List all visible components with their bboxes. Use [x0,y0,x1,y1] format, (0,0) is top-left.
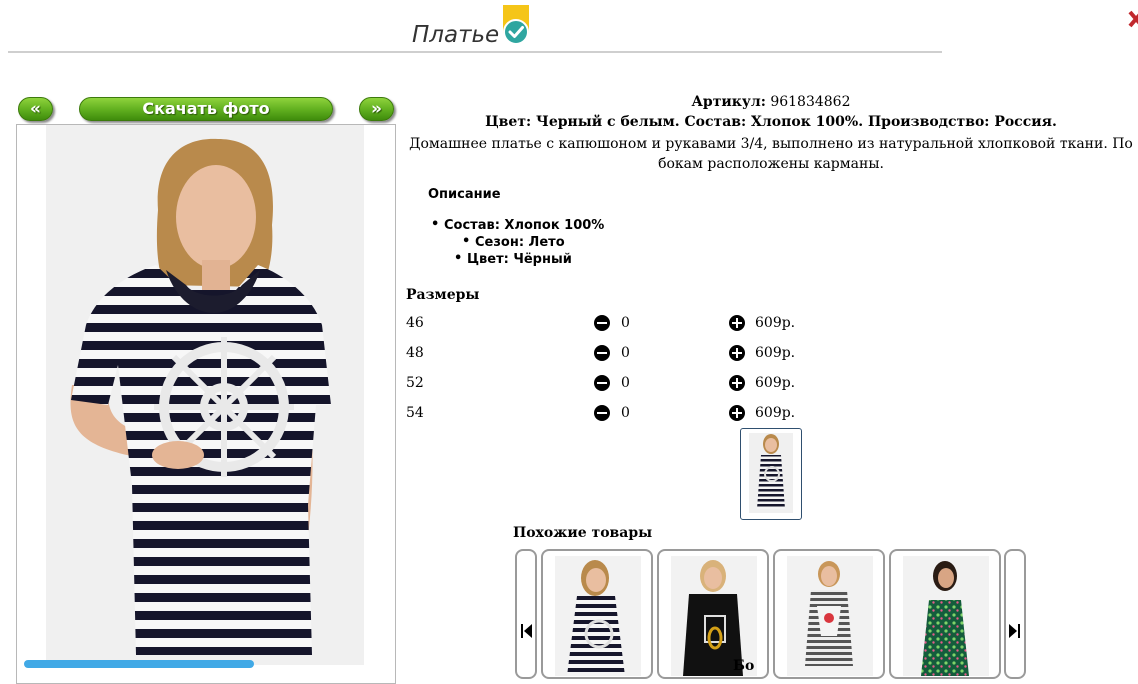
size-row: 54 0 609р. [406,402,826,424]
skip-next-icon [1009,624,1020,638]
product-specs: Цвет: Черный с белым. Состав: Хлопок 100… [485,114,1057,130]
article-line: Артикул: 961834862 [405,94,1137,110]
quantity-value: 0 [621,315,630,331]
prop-composition: Состав: Хлопок 100% [431,217,604,233]
price-value: 609р. [755,405,796,421]
plus-circle-icon[interactable] [729,345,745,361]
verified-check-icon [503,5,529,45]
prev-photo-button[interactable]: « [18,97,53,121]
product-description: Домашнее платье с капюшоном и рукавами 3… [409,136,1133,172]
plus-circle-icon[interactable] [729,375,745,391]
size-label: 46 [406,315,424,331]
prop-season: Сезон: Лето [462,234,565,250]
next-photo-button[interactable]: » [359,97,394,121]
close-icon[interactable] [1128,6,1138,34]
size-row: 48 0 609р. [406,342,826,364]
quantity-value: 0 [621,405,630,421]
product-photo[interactable] [46,125,364,665]
price-value: 609р. [755,375,796,391]
page-title: Платье [412,22,500,48]
download-photo-button[interactable]: Скачать фото [79,97,333,121]
similar-item-card[interactable] [889,549,1001,679]
header-divider [8,51,942,53]
minus-circle-icon[interactable] [594,345,610,361]
skip-prev-icon [521,624,532,638]
quantity-value: 0 [621,345,630,361]
similar-heading: Похожие товары [513,525,653,541]
similar-item-image [787,556,873,676]
article-label: Артикул: [691,94,766,110]
carousel-next-button[interactable] [1004,549,1026,679]
plus-circle-icon[interactable] [729,405,745,421]
size-label: 54 [406,405,424,421]
plus-circle-icon[interactable] [729,315,745,331]
size-row: 46 0 609р. [406,312,826,334]
minus-circle-icon[interactable] [594,375,610,391]
description-heading: Описание [428,187,501,202]
price-value: 609р. [755,315,796,331]
article-value: 961834862 [765,94,851,110]
price-value: 609р. [755,345,796,361]
quantity-value: 0 [621,375,630,391]
size-label: 48 [406,345,424,361]
similar-item-card[interactable] [541,549,653,679]
minus-circle-icon[interactable] [594,405,610,421]
thumbnail-image [749,433,793,513]
size-row: 52 0 609р. [406,372,826,394]
prop-color: Цвет: Чёрный [454,251,572,267]
minus-circle-icon[interactable] [594,315,610,331]
similar-item-image [555,556,641,676]
photo-thumbnail[interactable] [740,428,802,520]
similar-item-card[interactable] [773,549,885,679]
carousel-prev-button[interactable] [515,549,537,679]
more-section-heading: Бо [733,658,755,674]
sizes-heading: Размеры [406,287,480,303]
size-label: 52 [406,375,424,391]
similar-item-image [903,556,989,676]
scroll-indicator [24,660,254,668]
